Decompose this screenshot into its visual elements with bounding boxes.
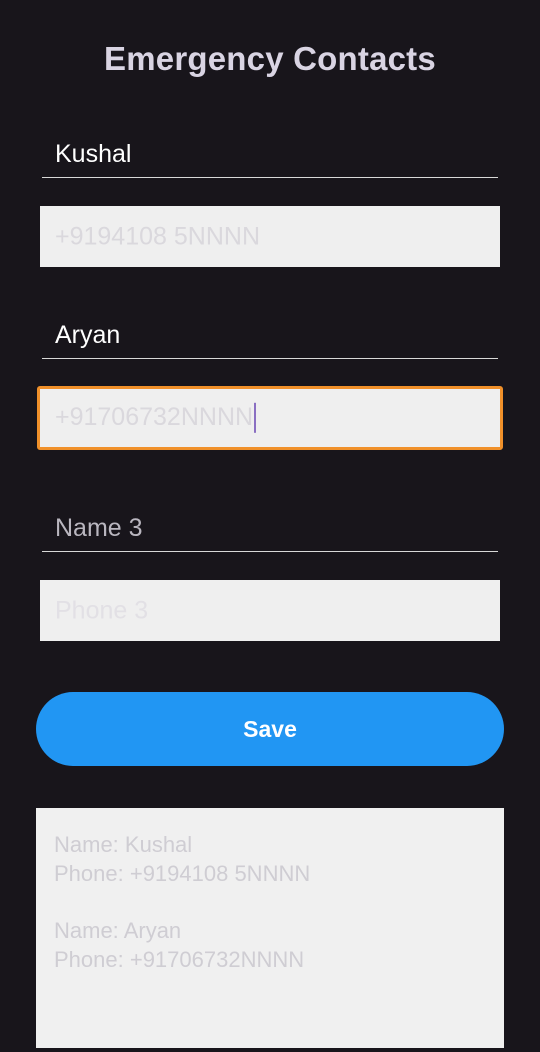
text-caret <box>254 403 257 434</box>
name-2-value: Aryan <box>55 321 121 349</box>
name-1-value: Kushal <box>55 140 132 168</box>
page-title: Emergency Contacts <box>104 40 436 77</box>
phone-2-value: +91706732NNNN <box>55 402 254 431</box>
saved-contacts-summary: Name: Kushal Phone: +9194108 5NNNN Name:… <box>36 808 504 1048</box>
save-button[interactable]: Save <box>36 692 504 766</box>
name-1-field[interactable]: Kushal <box>42 134 498 178</box>
phone-1-field[interactable]: +9194108 5NNNN <box>40 206 500 267</box>
summary-entry-2: Name: Aryan Phone: +91706732NNNN <box>54 916 486 974</box>
phone-2-value-wrap: +91706732NNNN <box>55 402 257 434</box>
emergency-contacts-screen: Emergency Contacts Kushal +9194108 5NNNN… <box>0 0 540 1052</box>
summary-name-1: Name: Kushal <box>54 832 193 857</box>
summary-phone-1: Phone: +9194108 5NNNN <box>54 861 311 886</box>
summary-entry-1: Name: Kushal Phone: +9194108 5NNNN <box>54 830 486 888</box>
phone-2-field[interactable]: +91706732NNNN <box>37 386 503 450</box>
name-3-placeholder: Name 3 <box>55 514 143 542</box>
phone-3-field[interactable]: Phone 3 <box>40 580 500 641</box>
name-3-field[interactable]: Name 3 <box>42 508 498 552</box>
summary-phone-2: Phone: +91706732NNNN <box>54 947 305 972</box>
name-2-field[interactable]: Aryan <box>42 315 498 359</box>
phone-1-value: +9194108 5NNNN <box>55 222 260 250</box>
phone-3-placeholder: Phone 3 <box>55 596 149 624</box>
summary-name-2: Name: Aryan <box>54 918 182 943</box>
